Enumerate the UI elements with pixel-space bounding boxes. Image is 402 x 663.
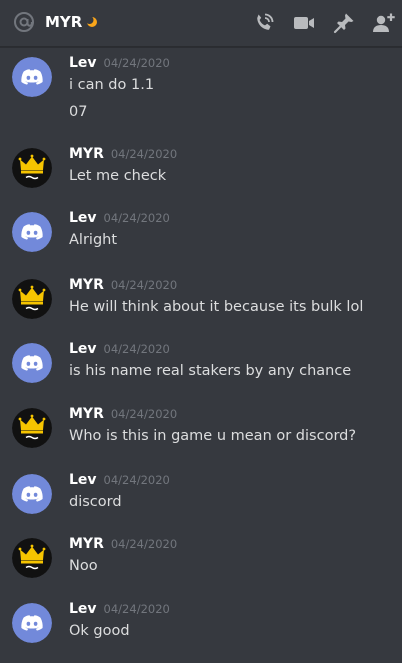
discord-default-avatar[interactable] — [12, 212, 52, 252]
message-text: is his name real stakers by any chance — [69, 363, 352, 379]
message-author[interactable]: MYR 04/24/2020 — [69, 406, 177, 422]
video-camera-icon[interactable] — [292, 11, 316, 35]
crown-avatar[interactable] — [12, 538, 52, 578]
author-name[interactable]: MYR — [69, 536, 104, 552]
at-sign-icon — [14, 12, 34, 32]
author-name[interactable]: MYR — [69, 406, 104, 422]
message-author[interactable]: Lev 04/24/2020 — [69, 210, 170, 226]
message-timestamp: 04/24/2020 — [103, 342, 170, 356]
author-name[interactable]: Lev — [69, 210, 97, 226]
message-text: Alright — [69, 232, 118, 248]
message-text: Noo — [69, 558, 98, 574]
message-timestamp: 04/24/2020 — [103, 56, 170, 70]
message-group: Lev 04/24/2020 Alright — [0, 210, 402, 272]
author-name[interactable]: Lev — [69, 55, 97, 71]
message-author[interactable]: Lev 04/24/2020 — [69, 55, 170, 71]
message-timestamp: 04/24/2020 — [110, 407, 178, 421]
message-timestamp: 04/24/2020 — [103, 211, 170, 225]
discord-default-avatar[interactable] — [12, 57, 52, 97]
author-name[interactable]: Lev — [69, 341, 97, 357]
message-timestamp: 04/24/2020 — [103, 473, 170, 487]
message-text: Who is this in game u mean or discord? — [69, 428, 357, 444]
message-group: Lev 04/24/2020 is his name real stakers by… — [0, 341, 402, 403]
message-author[interactable]: MYR 04/24/2020 — [69, 536, 177, 552]
message-author[interactable]: Lev 04/24/2020 — [69, 472, 170, 488]
discord-default-avatar[interactable] — [12, 603, 52, 643]
message-group: MYR 04/24/2020 He will think about it beca… — [0, 277, 402, 339]
message-timestamp: 04/24/2020 — [103, 602, 170, 616]
message-author[interactable]: MYR 04/24/2020 — [69, 146, 177, 162]
channel-header: MYR — [0, 0, 402, 47]
message-group: MYR 04/24/2020 Let me check — [0, 146, 402, 208]
message-group: Lev 04/24/2020 discord — [0, 472, 402, 534]
message-text: Let me check — [69, 168, 167, 184]
message-text: 07 — [69, 104, 88, 120]
pin-icon[interactable] — [332, 11, 356, 35]
crown-avatar[interactable] — [12, 279, 52, 319]
discord-default-avatar[interactable] — [12, 474, 52, 514]
message-text: He will think about it because its bulk … — [69, 299, 364, 315]
message-timestamp: 04/24/2020 — [110, 537, 178, 551]
add-user-icon[interactable] — [372, 11, 396, 35]
message-text: i can do 1.1 — [69, 77, 155, 93]
author-name[interactable]: MYR — [69, 277, 104, 293]
author-name[interactable]: Lev — [69, 601, 97, 617]
phone-call-icon[interactable] — [252, 11, 276, 35]
message-timestamp: 04/24/2020 — [110, 278, 178, 292]
message-author[interactable]: Lev 04/24/2020 — [69, 601, 170, 617]
author-name[interactable]: MYR — [69, 146, 104, 162]
channel-title: MYR — [45, 13, 83, 31]
author-name[interactable]: Lev — [69, 472, 97, 488]
message-text: Ok good — [69, 623, 130, 639]
discord-default-avatar[interactable] — [12, 343, 52, 383]
crown-avatar[interactable] — [12, 148, 52, 188]
message-timestamp: 04/24/2020 — [110, 147, 178, 161]
message-group: MYR 04/24/2020 Noo — [0, 536, 402, 598]
message-author[interactable]: MYR 04/24/2020 — [69, 277, 177, 293]
message-group: Lev 04/24/2020 Ok good — [0, 601, 402, 663]
message-group: MYR 04/24/2020 Who is this in game u mean … — [0, 406, 402, 468]
message-group: Lev 04/24/2020 i can do 1.1 07 — [0, 55, 402, 120]
message-author[interactable]: Lev 04/24/2020 — [69, 341, 170, 357]
crown-avatar[interactable] — [12, 408, 52, 448]
message-text: discord — [69, 494, 122, 510]
moon-idle-icon — [86, 16, 97, 27]
